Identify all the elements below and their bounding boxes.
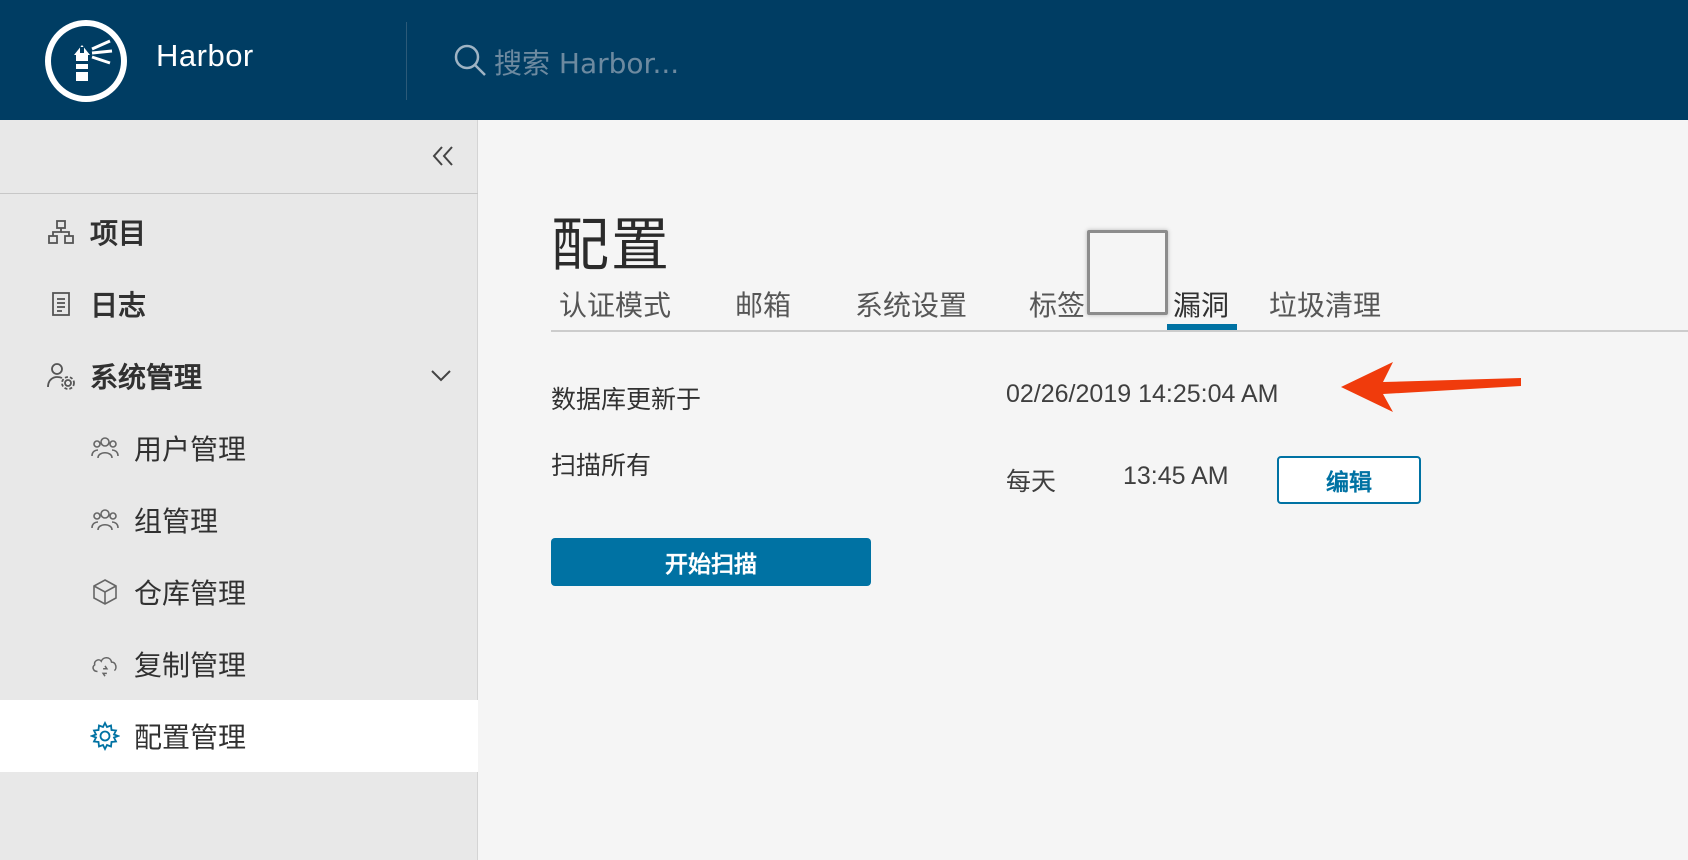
harbor-logo-icon[interactable] — [45, 20, 127, 102]
sidebar-item-label: 系统管理 — [90, 361, 203, 394]
sidebar-item-label: 项目 — [90, 217, 147, 250]
sidebar: 项目 日志 系统管理 用户管理 组管理 仓库管理 复制管理 配置管理 — [0, 120, 478, 860]
sidebar-item-users[interactable]: 用户管理 — [0, 412, 478, 484]
tab-garbage-collection[interactable]: 垃圾清理 — [1269, 284, 1381, 324]
sidebar-item-label: 配置管理 — [134, 721, 247, 754]
tab-email[interactable]: 邮箱 — [735, 284, 791, 324]
sidebar-item-replications[interactable]: 复制管理 — [0, 628, 478, 700]
sidebar-item-projects[interactable]: 项目 — [0, 196, 478, 268]
global-search[interactable]: 搜索 Harbor... — [452, 40, 679, 84]
sidebar-item-registries[interactable]: 仓库管理 — [0, 556, 478, 628]
gear-icon — [90, 721, 120, 751]
projects-icon — [46, 217, 76, 247]
cube-icon — [90, 577, 120, 607]
brand-name[interactable]: Harbor — [156, 38, 254, 74]
scan-time-value: 13:45 AM — [1123, 462, 1229, 490]
sidebar-item-label: 日志 — [90, 289, 147, 322]
search-input[interactable]: 搜索 Harbor... — [494, 42, 679, 82]
chevron-down-icon[interactable] — [428, 362, 454, 388]
sidebar-item-configuration[interactable]: 配置管理 — [0, 700, 478, 772]
groups-icon — [90, 505, 120, 535]
tab-auth-mode[interactable]: 认证模式 — [559, 284, 671, 324]
tab-system-settings[interactable]: 系统设置 — [855, 284, 967, 324]
sidebar-item-label: 组管理 — [134, 505, 219, 538]
sidebar-item-label: 仓库管理 — [134, 577, 247, 610]
sidebar-item-groups[interactable]: 组管理 — [0, 484, 478, 556]
sidebar-item-label: 复制管理 — [134, 649, 247, 682]
sidebar-item-administration[interactable]: 系统管理 — [0, 340, 478, 412]
tab-vulnerability[interactable]: 漏洞 — [1173, 284, 1229, 324]
scan-schedule-value: 每天 — [1006, 468, 1057, 496]
tab-labels[interactable]: 标签 — [1029, 284, 1085, 324]
admin-user-gear-icon — [46, 361, 76, 391]
scan-all-label: 扫描所有 — [551, 451, 652, 480]
cloud-sync-icon — [90, 649, 120, 679]
search-icon[interactable] — [452, 42, 488, 82]
main-content: 配置 认证模式 邮箱 系统设置 标签 漏洞 垃圾清理 数据库更新于 02/26/… — [479, 120, 1688, 860]
sidebar-item-label: 用户管理 — [134, 433, 247, 466]
header-divider — [406, 22, 407, 100]
collapse-sidebar-icon[interactable] — [426, 138, 460, 174]
logs-icon — [46, 289, 76, 319]
top-header: Harbor 搜索 Harbor... — [0, 0, 1688, 120]
active-tab-indicator — [1167, 324, 1237, 330]
annotation-arrow-icon — [1341, 362, 1521, 412]
edit-schedule-button[interactable]: 编辑 — [1277, 456, 1421, 504]
db-updated-value: 02/26/2019 14:25:04 AM — [1006, 380, 1279, 408]
db-updated-label: 数据库更新于 — [551, 385, 702, 414]
sidebar-collapse-row — [0, 120, 478, 194]
sidebar-item-logs[interactable]: 日志 — [0, 268, 478, 340]
config-tabs: 认证模式 邮箱 系统设置 标签 漏洞 垃圾清理 — [551, 270, 1688, 332]
start-scan-button[interactable]: 开始扫描 — [551, 538, 871, 586]
users-icon — [90, 433, 120, 463]
